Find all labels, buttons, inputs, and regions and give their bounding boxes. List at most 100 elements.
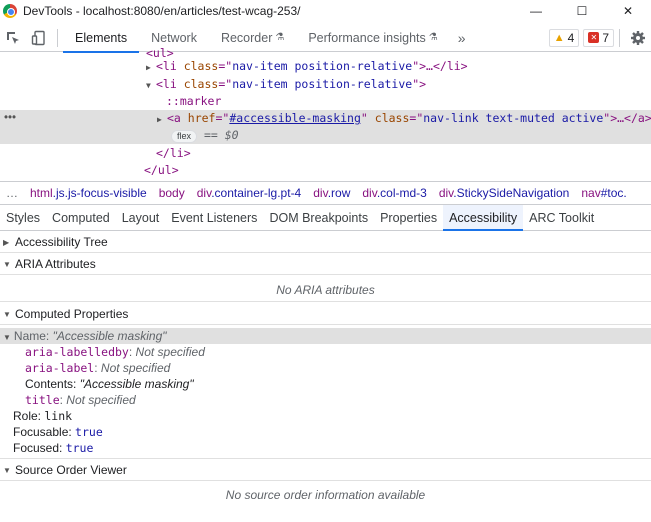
section-title: Computed Properties bbox=[15, 307, 129, 321]
dom-tag: </ul> bbox=[144, 163, 179, 177]
breadcrumb-tag: nav bbox=[581, 185, 601, 200]
dom-tree: <ul> ▶ <li class="nav-item position-relat… bbox=[0, 44, 651, 180]
breadcrumb-item[interactable]: body bbox=[159, 186, 185, 200]
property-key: Focusable: bbox=[13, 425, 76, 439]
breadcrumb-class: .js.js-focus-visible bbox=[52, 185, 147, 200]
source-order-viewer-section[interactable]: ▼ Source Order Viewer bbox=[0, 460, 651, 481]
breadcrumb-tag: div bbox=[196, 185, 212, 200]
experimental-flask-icon: ⚗ bbox=[428, 32, 438, 43]
breadcrumb-item[interactable]: div.row bbox=[313, 186, 350, 200]
expand-triangle-icon[interactable]: ▶ bbox=[146, 59, 156, 76]
property-key: title bbox=[25, 393, 60, 407]
collapse-triangle-icon[interactable]: ▼ bbox=[3, 466, 15, 475]
expand-triangle-icon[interactable]: ▶ bbox=[3, 238, 15, 247]
breadcrumb-tag: body bbox=[158, 185, 185, 200]
section-title: ARIA Attributes bbox=[15, 257, 96, 271]
minimize-button[interactable]: — bbox=[513, 0, 559, 22]
breadcrumb-tag: div bbox=[362, 185, 377, 200]
dom-tag: ">…</a> bbox=[603, 111, 651, 125]
more-actions-icon[interactable]: ••• bbox=[4, 110, 16, 127]
warning-icon: ▲ bbox=[553, 31, 565, 44]
breadcrumb-item[interactable]: div.StickySideNavigation bbox=[439, 186, 570, 200]
dom-tag: ">…</li> bbox=[412, 59, 468, 73]
breadcrumb-tag: div bbox=[313, 185, 328, 200]
tab-event-listeners[interactable]: Event Listeners bbox=[165, 205, 263, 230]
property-key: Name: bbox=[13, 329, 53, 343]
experimental-flask-icon: ⚗ bbox=[275, 32, 285, 43]
dom-node-li-collapsed[interactable]: ▶ <li class="nav-item position-relative">… bbox=[146, 58, 468, 75]
tab-properties[interactable]: Properties bbox=[374, 205, 443, 230]
dom-node-ul-close[interactable]: </ul> bbox=[144, 162, 179, 179]
tab-layout[interactable]: Layout bbox=[116, 205, 166, 230]
tab-computed[interactable]: Computed bbox=[46, 205, 116, 230]
property-focusable: Focusable: true bbox=[13, 424, 103, 440]
dom-attr-name: class bbox=[183, 59, 219, 73]
property-key: aria-label bbox=[25, 361, 95, 375]
dom-node-li-expanded[interactable]: ▼ <li class="nav-item position-relative"> bbox=[146, 76, 426, 93]
dom-node-marker[interactable]: ::marker bbox=[166, 93, 221, 110]
dom-node-a-badges: flex == $0 bbox=[0, 127, 651, 144]
dom-node-a-selected[interactable]: ••• ▶ <a href="#accessible-masking" class… bbox=[0, 110, 651, 127]
no-source-order-message: No source order information available bbox=[225, 488, 426, 502]
section-divider bbox=[0, 301, 651, 302]
expand-triangle-icon[interactable]: ▶ bbox=[157, 111, 167, 128]
computed-properties-section[interactable]: ▼ Computed Properties bbox=[0, 304, 651, 325]
error-icon: ✕ bbox=[588, 32, 600, 43]
aria-attributes-section[interactable]: ▼ ARIA Attributes bbox=[0, 254, 651, 275]
property-title: title: Not specified bbox=[25, 393, 136, 407]
dom-attr-name: href bbox=[187, 111, 216, 125]
collapse-triangle-icon[interactable]: ▼ bbox=[3, 260, 15, 269]
dom-attr-value: nav-link text-muted active bbox=[423, 111, 604, 125]
collapse-triangle-icon[interactable]: ▼ bbox=[146, 77, 156, 94]
errors-count: 7 bbox=[602, 30, 609, 45]
dom-node-a-content: ▶ <a href="#accessible-masking" class="na… bbox=[157, 110, 651, 128]
property-key: Contents: bbox=[25, 377, 80, 391]
dom-eq: =" bbox=[215, 111, 230, 125]
tab-styles[interactable]: Styles bbox=[0, 205, 46, 230]
section-title: Accessibility Tree bbox=[15, 235, 108, 249]
breadcrumb-item[interactable]: div.container-lg.pt-4 bbox=[197, 186, 302, 200]
tab-dom-breakpoints[interactable]: DOM Breakpoints bbox=[263, 205, 374, 230]
property-value: "Accessible masking" bbox=[79, 377, 194, 391]
property-key: Focused: bbox=[13, 441, 66, 455]
tab-elements-label: Elements bbox=[75, 30, 128, 45]
maximize-button[interactable]: ☐ bbox=[559, 0, 605, 22]
breadcrumb-class: #toc. bbox=[600, 185, 627, 200]
property-role: Role: link bbox=[13, 408, 72, 424]
property-value: true bbox=[65, 441, 94, 455]
breadcrumb-class: .StickySideNavigation bbox=[453, 185, 570, 200]
breadcrumb-tag: html bbox=[30, 185, 53, 200]
tab-arc-toolkit[interactable]: ARC Toolkit bbox=[523, 205, 600, 230]
tab-network-label: Network bbox=[151, 30, 197, 45]
breadcrumb-item[interactable]: div.col-md-3 bbox=[362, 186, 426, 200]
close-button[interactable]: ✕ bbox=[605, 0, 651, 22]
dom-attr-name: class bbox=[374, 111, 410, 125]
no-aria-message: No ARIA attributes bbox=[276, 283, 375, 297]
flex-badge[interactable]: flex bbox=[171, 130, 198, 143]
dom-attr-value: nav-item position-relative bbox=[232, 77, 413, 91]
property-key: Role: bbox=[13, 409, 45, 423]
dom-href-link[interactable]: #accessible-masking bbox=[229, 111, 361, 125]
dom-node-li-close[interactable]: </li> bbox=[156, 145, 191, 162]
accessibility-tree-section[interactable]: ▶ Accessibility Tree bbox=[0, 232, 651, 253]
section-divider bbox=[0, 458, 651, 459]
tab-accessibility[interactable]: Accessibility bbox=[443, 205, 524, 231]
property-value: Not specified bbox=[100, 361, 171, 375]
selected-marker: == $0 bbox=[203, 128, 239, 142]
window-title: DevTools - localhost:8080/en/articles/te… bbox=[23, 4, 301, 18]
property-focused: Focused: true bbox=[13, 440, 93, 456]
property-name-row[interactable]: ▼ Name: "Accessible masking" bbox=[0, 328, 651, 344]
property-aria-label: aria-label: Not specified bbox=[25, 361, 171, 375]
property-value: Not specified bbox=[66, 393, 136, 407]
dom-tag: </li> bbox=[156, 146, 191, 160]
property-aria-labelledby: aria-labelledby: Not specified bbox=[25, 345, 205, 359]
property-value: "Accessible masking" bbox=[52, 329, 167, 343]
breadcrumb-item[interactable]: html.js.js-focus-visible bbox=[30, 186, 147, 200]
property-key: aria-labelledby bbox=[25, 345, 129, 359]
collapse-triangle-icon[interactable]: ▼ bbox=[3, 333, 11, 342]
breadcrumb-class: .container-lg.pt-4 bbox=[211, 185, 302, 200]
breadcrumb-item[interactable]: nav#toc. bbox=[581, 186, 626, 200]
breadcrumb-overflow[interactable]: … bbox=[6, 186, 18, 200]
property-value: link bbox=[44, 409, 73, 423]
collapse-triangle-icon[interactable]: ▼ bbox=[3, 310, 15, 319]
